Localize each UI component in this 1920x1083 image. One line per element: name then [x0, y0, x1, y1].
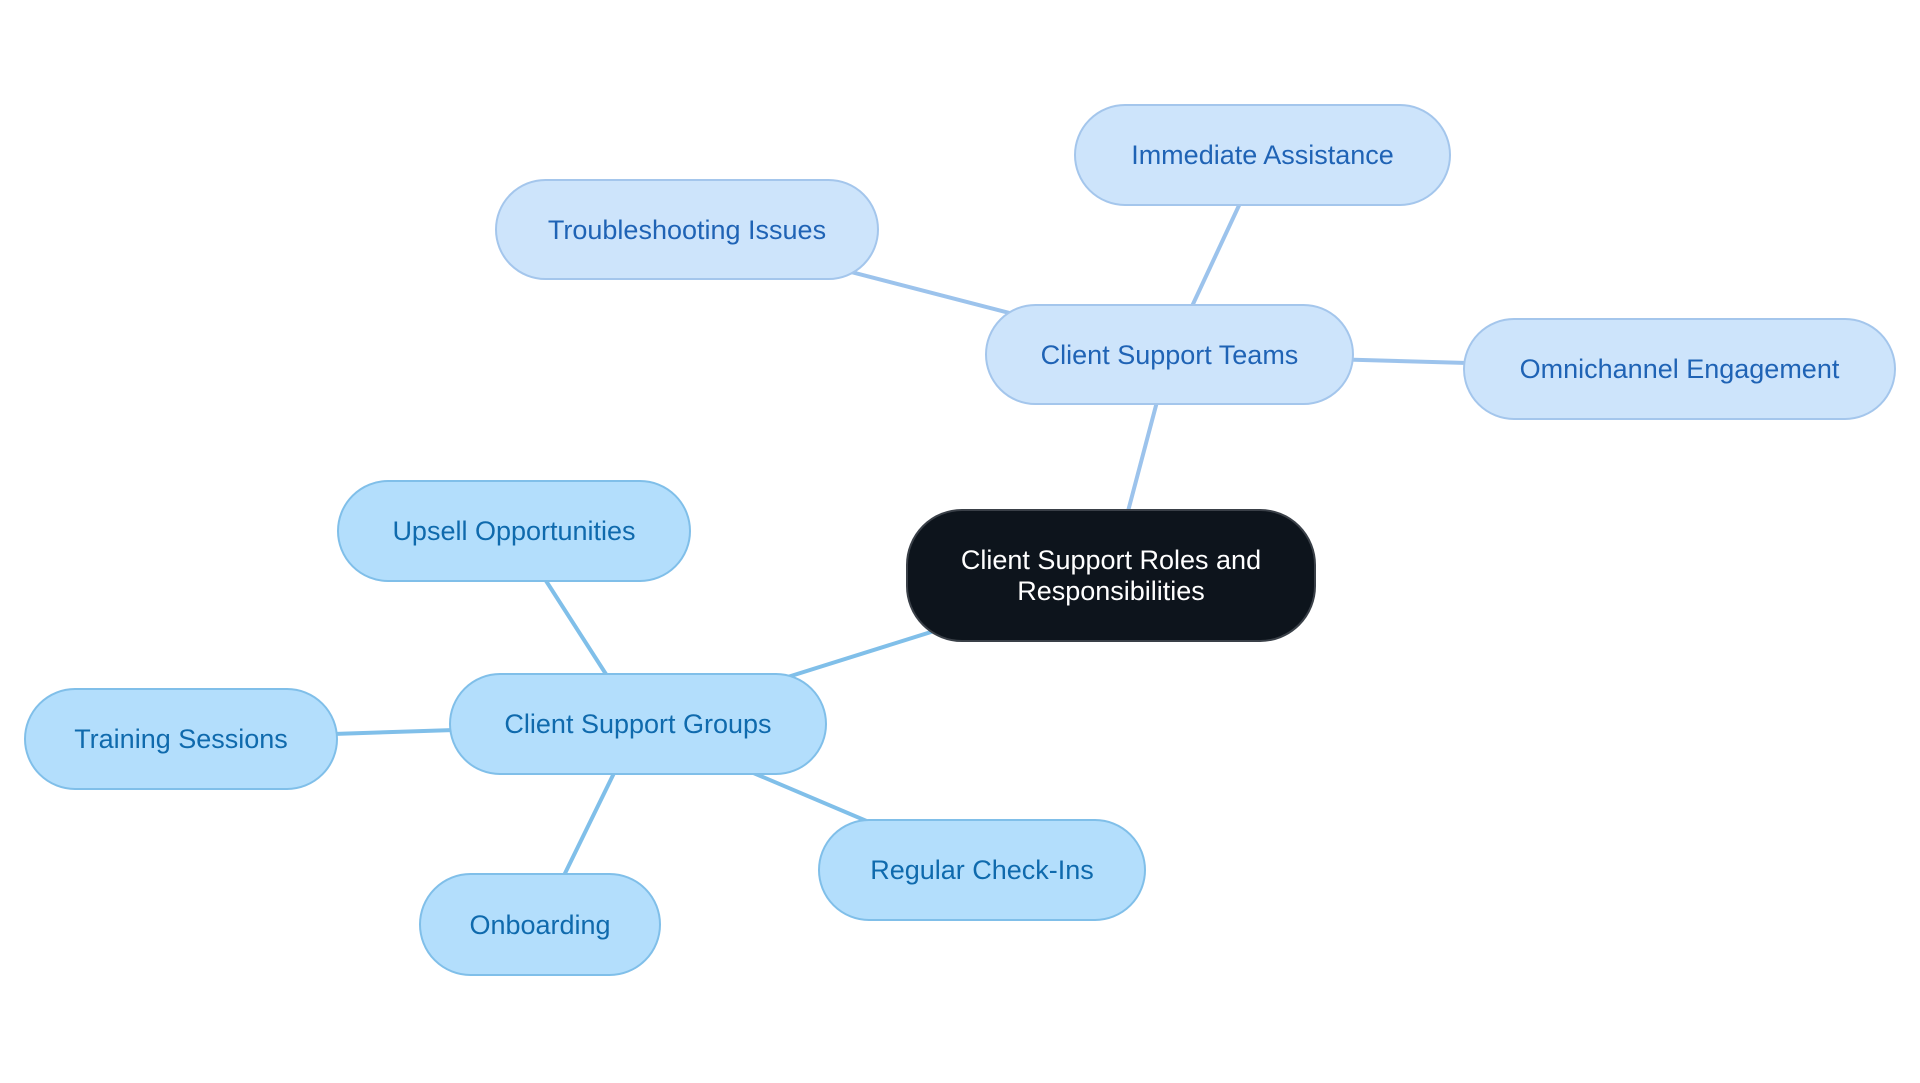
leaf-node-troubleshooting-issues[interactable]: Troubleshooting Issues: [495, 179, 879, 280]
node-label: Immediate Assistance: [1131, 140, 1394, 170]
node-label: Onboarding: [469, 909, 611, 940]
root-node-label: Client Support Roles and Responsibilitie…: [960, 544, 1262, 606]
branch-node-client-support-groups[interactable]: Client Support Groups: [449, 673, 827, 775]
node-label: Troubleshooting Issues: [547, 214, 827, 245]
root-node[interactable]: Client Support Roles and Responsibilitie…: [906, 509, 1316, 642]
leaf-node-onboarding[interactable]: Onboarding: [419, 873, 661, 976]
leaf-node-regular-check-ins[interactable]: Regular Check-Ins: [818, 819, 1146, 921]
leaf-node-immediate-assistance[interactable]: Immediate Assistance: [1074, 104, 1451, 206]
node-label: Regular Check-Ins: [870, 855, 1094, 885]
node-label: Training Sessions: [74, 724, 288, 754]
node-label: Upsell Opportunities: [392, 516, 636, 546]
node-label: Client Support Groups: [504, 709, 772, 739]
leaf-node-training-sessions[interactable]: Training Sessions: [24, 688, 338, 790]
branch-node-client-support-teams[interactable]: Client Support Teams: [985, 304, 1354, 405]
node-label: Omnichannel Engagement: [1519, 354, 1840, 384]
leaf-node-upsell-opportunities[interactable]: Upsell Opportunities: [337, 480, 691, 582]
leaf-node-omnichannel-engagement[interactable]: Omnichannel Engagement: [1463, 318, 1896, 420]
node-label: Client Support Teams: [1040, 339, 1299, 370]
